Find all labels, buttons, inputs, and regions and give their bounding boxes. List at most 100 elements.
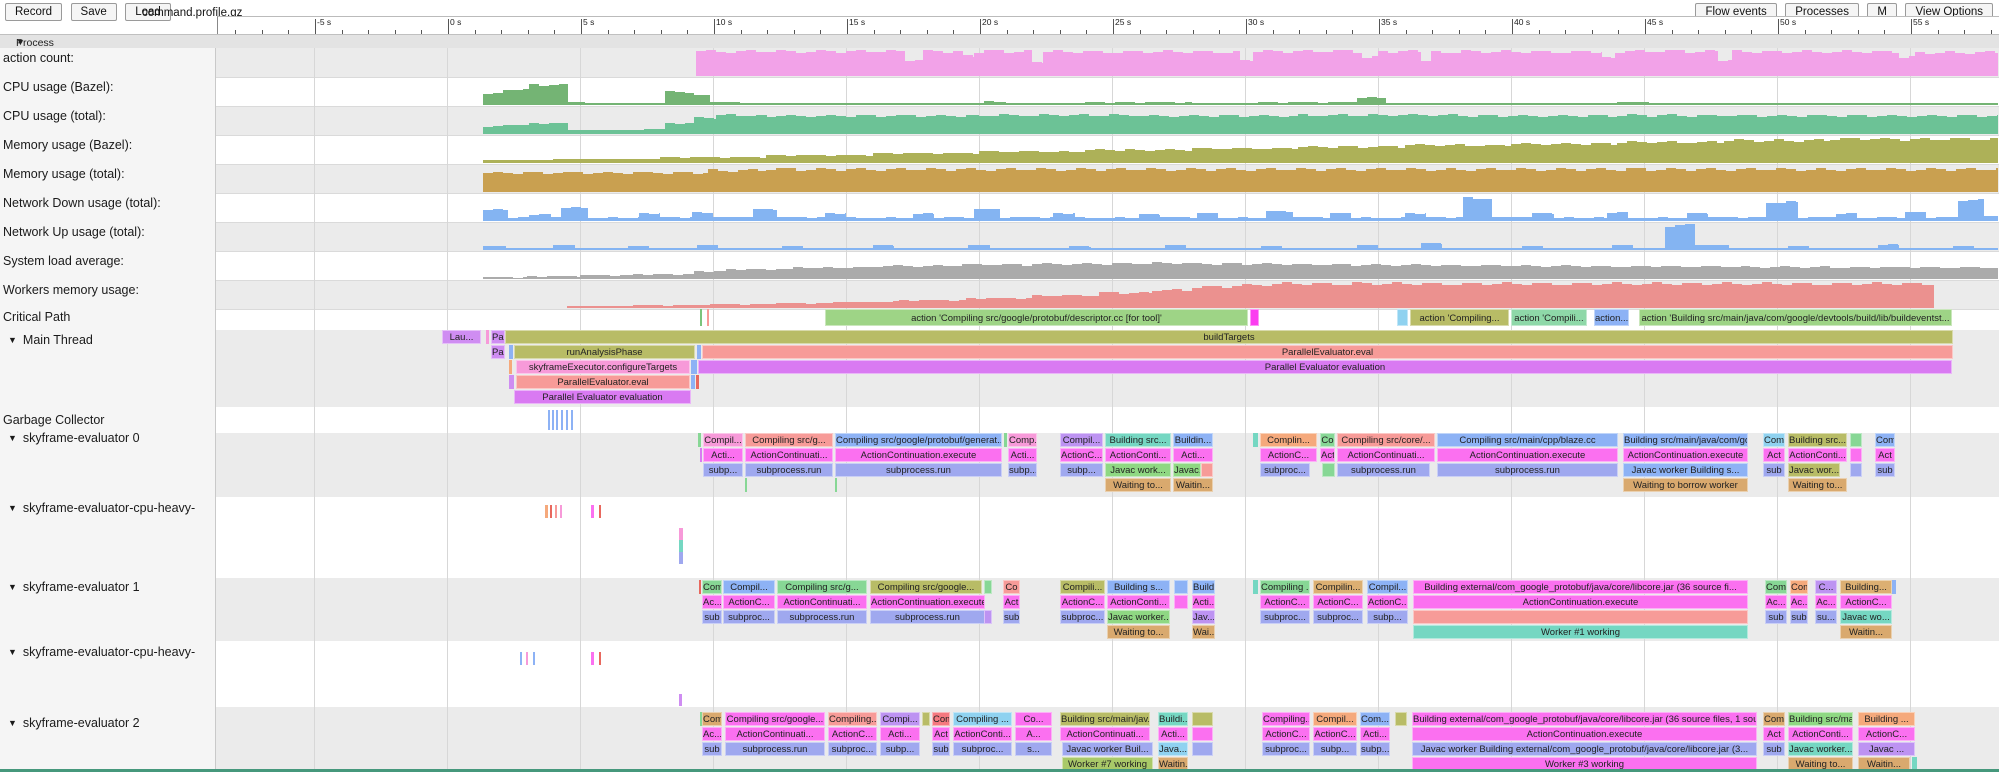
memory-usage-total-histogram-bar[interactable] (1086, 169, 1096, 192)
memory-usage-bazel-histogram-bar[interactable] (1085, 150, 1095, 163)
cpu-usage-total-histogram-bar[interactable] (1019, 116, 1029, 134)
cpu-usage-total-histogram-bar[interactable] (1458, 116, 1468, 134)
memory-usage-total-histogram-bar[interactable] (896, 168, 906, 192)
system-load-histogram-bar[interactable] (557, 276, 567, 279)
network-down-histogram-bar[interactable] (1483, 199, 1492, 221)
network-up-histogram-bar[interactable] (1388, 248, 1398, 250)
cpu-usage-total-histogram-bar[interactable] (1378, 115, 1388, 134)
cpu-usage-total-histogram-bar[interactable] (1877, 116, 1887, 134)
memory-usage-bazel-histogram-bar[interactable] (1105, 150, 1115, 163)
network-down-histogram-bar[interactable] (1139, 214, 1149, 221)
network-down-histogram-bar[interactable] (680, 218, 690, 221)
memory-usage-bazel-histogram-bar[interactable] (593, 159, 603, 163)
memory-usage-bazel-histogram-bar[interactable] (1601, 143, 1611, 163)
system-load-histogram-bar[interactable] (1521, 265, 1531, 279)
cpu-usage-bazel-histogram-bar[interactable] (859, 103, 869, 105)
cpu-usage-total-histogram-bar[interactable] (1428, 116, 1438, 134)
skyframe-evaluator-2-event[interactable]: ActionC... (828, 727, 877, 741)
garbage-collector-tick[interactable] (556, 410, 558, 430)
skyframe-evaluator-2-event[interactable]: Acti... (880, 727, 920, 741)
skyframe-evaluator-0-event[interactable]: ActionContinuati... (1337, 448, 1435, 462)
memory-usage-bazel-histogram-bar[interactable] (543, 160, 553, 163)
action-count-histogram-bar[interactable] (1718, 61, 1728, 76)
cpu-usage-bazel-histogram-bar[interactable] (1588, 103, 1598, 105)
network-down-histogram-bar[interactable] (1857, 218, 1867, 221)
skyframe-evaluator-0-event[interactable]: Javac wor... (1788, 463, 1840, 477)
network-up-histogram-bar[interactable] (1522, 246, 1532, 250)
network-up-histogram-bar[interactable] (1939, 248, 1949, 250)
network-down-histogram-bar[interactable] (1293, 217, 1303, 221)
skyframe-evaluator-2-event[interactable]: Ac... (702, 727, 722, 741)
skyframe-evaluator-2-event[interactable]: subp... (880, 742, 920, 756)
memory-usage-bazel-histogram-bar[interactable] (1830, 140, 1840, 163)
skyframe-evaluator-0-event[interactable]: ActionContinuation.execute (1437, 448, 1618, 462)
system-load-histogram-bar[interactable] (1202, 264, 1212, 279)
cpu-usage-bazel-histogram-bar[interactable] (1135, 103, 1145, 105)
cpu-usage-total-histogram-bar[interactable] (866, 115, 876, 134)
network-up-histogram-bar[interactable] (1342, 248, 1352, 250)
system-load-histogram-bar[interactable] (1661, 266, 1671, 279)
network-up-histogram-bar[interactable] (1929, 248, 1939, 250)
network-down-histogram-bar[interactable] (1313, 217, 1323, 221)
skyframe-evaluator-0-event[interactable]: ActionC... (1260, 448, 1317, 462)
memory-usage-bazel-histogram-bar[interactable] (1125, 149, 1135, 163)
memory-usage-bazel-histogram-bar[interactable] (1445, 145, 1455, 163)
network-down-histogram-bar[interactable] (1628, 218, 1638, 221)
memory-usage-total-histogram-bar[interactable] (543, 174, 553, 192)
cpu-usage-total-histogram-bar[interactable] (1867, 117, 1877, 134)
network-down-histogram-bar[interactable] (1238, 217, 1248, 221)
main-thread-tick[interactable] (509, 360, 512, 374)
workers-memory-histogram-bar[interactable] (909, 301, 919, 308)
skyframe-evaluator-2-event[interactable]: Building src/main/jav... (1060, 712, 1150, 726)
skyframe-evaluator-0-event[interactable]: Waitin... (1173, 478, 1213, 492)
memory-usage-total-histogram-bar[interactable] (1776, 168, 1786, 192)
workers-memory-histogram-bar[interactable] (1632, 285, 1642, 308)
network-up-histogram-bar[interactable] (843, 248, 853, 250)
system-load-histogram-bar[interactable] (1750, 267, 1760, 279)
network-up-histogram-bar[interactable] (1809, 248, 1819, 250)
network-up-histogram-bar[interactable] (944, 248, 954, 250)
memory-usage-bazel-histogram-bar[interactable] (680, 158, 690, 163)
cpu-usage-bazel-histogram-bar[interactable] (1416, 103, 1426, 105)
cpu-usage-total-histogram-bar[interactable] (1408, 114, 1418, 134)
network-up-histogram-bar[interactable] (1060, 248, 1070, 250)
cpu-usage-bazel-histogram-bar[interactable] (839, 103, 849, 105)
memory-usage-total-histogram-bar[interactable] (1566, 169, 1576, 192)
memory-usage-total-histogram-bar[interactable] (1826, 170, 1836, 192)
action-count-histogram-bar[interactable] (766, 52, 776, 76)
system-load-histogram-bar[interactable] (1980, 268, 1990, 279)
main-thread-event[interactable]: skyframeExecutor.configureTargets (516, 360, 690, 374)
cpu-usage-bazel-histogram-bar[interactable] (1357, 98, 1367, 105)
cpu-usage-bazel-histogram-bar[interactable] (529, 84, 539, 105)
cpu-usage-bazel-histogram-bar[interactable] (1973, 103, 1983, 105)
cpu-usage-total-histogram-bar[interactable] (1727, 116, 1737, 134)
cpu-usage-total-histogram-bar[interactable] (1647, 117, 1657, 134)
memory-usage-total-histogram-bar[interactable] (748, 169, 758, 192)
network-up-histogram-bar[interactable] (894, 248, 904, 250)
cpu-usage-bazel-histogram-bar[interactable] (893, 103, 903, 105)
memory-usage-total-histogram-bar[interactable] (1706, 168, 1716, 192)
skyframe-evaluator-1-event[interactable]: Jav... (1192, 610, 1215, 624)
network-up-histogram-bar[interactable] (1769, 248, 1779, 250)
skyframe-evaluator-cpu-heavy-1-tick[interactable] (550, 505, 552, 518)
action-count-histogram-bar[interactable] (1792, 52, 1802, 76)
memory-usage-total-histogram-bar[interactable] (886, 169, 896, 192)
network-down-histogram-bar[interactable] (1351, 218, 1361, 221)
system-load-histogram-bar[interactable] (1711, 266, 1721, 279)
memory-usage-bazel-histogram-bar[interactable] (1475, 146, 1485, 163)
memory-usage-bazel-histogram-bar[interactable] (1115, 151, 1125, 163)
save-button[interactable]: Save (71, 3, 117, 21)
action-count-histogram-bar[interactable] (1103, 53, 1113, 76)
action-count-histogram-bar[interactable] (1203, 51, 1213, 76)
workers-memory-histogram-bar[interactable] (663, 306, 673, 308)
workers-memory-histogram-bar[interactable] (1642, 284, 1652, 308)
workers-memory-histogram-bar[interactable] (1892, 285, 1902, 308)
workers-memory-histogram-bar[interactable] (1172, 289, 1182, 308)
garbage-collector-tick[interactable] (561, 410, 563, 430)
system-load-histogram-bar[interactable] (1691, 267, 1701, 279)
action-count-histogram-bar[interactable] (726, 53, 736, 76)
memory-usage-bazel-histogram-bar[interactable] (1272, 148, 1282, 163)
network-up-histogram-bar[interactable] (813, 248, 823, 250)
network-down-histogram-bar[interactable] (856, 218, 866, 221)
memory-usage-total-histogram-bar[interactable] (1636, 168, 1646, 192)
